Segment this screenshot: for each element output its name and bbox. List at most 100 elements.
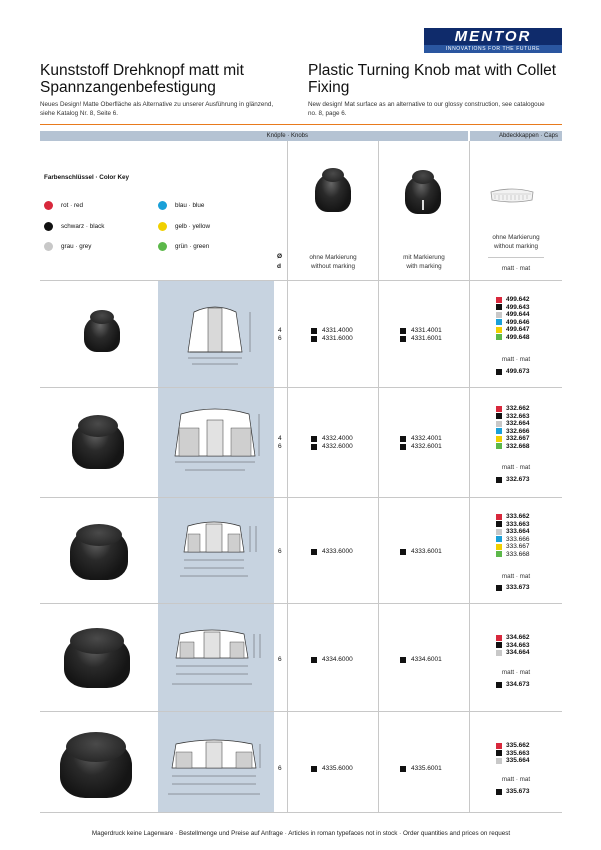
row1-mat-code: 499.673	[496, 368, 530, 376]
color-square-icon	[496, 326, 502, 333]
color-square-icon	[496, 319, 502, 326]
drawing-4335	[168, 739, 261, 795]
color-key-blue: blau · blue	[158, 200, 204, 210]
row2-mat-code: 332.673	[496, 476, 530, 484]
color-square-icon	[496, 584, 502, 591]
row4-caps: 334.662 334.663 334.664	[496, 634, 530, 657]
black-square-icon	[311, 549, 317, 555]
diameter-symbol: Ø	[277, 253, 283, 260]
row5-without-0: 4335.6000	[311, 765, 353, 773]
color-key-red: rot · red	[44, 200, 83, 210]
color-square-icon	[496, 311, 502, 318]
row4-mat-label: matt · mat	[501, 669, 531, 676]
color-square-icon	[496, 521, 502, 528]
black-square-icon	[400, 657, 406, 663]
color-key-green: grün · green	[158, 241, 209, 251]
color-square-icon	[496, 750, 502, 757]
cap-image	[490, 188, 534, 203]
knob-marked-image	[405, 170, 441, 214]
row4-without-0: 4334.6000	[311, 656, 353, 664]
drawing-4334	[172, 629, 261, 685]
subtitle-german: Neues Design! Matte Oberfläche als Alter…	[40, 101, 274, 117]
color-square-icon	[496, 296, 502, 303]
logo-word: MENTOR	[424, 28, 562, 45]
row5-mat-label: matt · mat	[501, 776, 531, 783]
col-without-marking: ohne Markierung without marking	[309, 254, 357, 270]
row4-diameters: 6	[278, 656, 282, 663]
color-square-icon	[496, 543, 502, 550]
row2-caps: 332.662 332.663 332.664 332.666 332.667 …	[496, 405, 530, 450]
black-square-icon	[400, 436, 406, 442]
row4-mat-code: 334.673	[496, 681, 530, 689]
color-square-icon	[496, 551, 502, 558]
footer-note: Magerdruck keine Lagerware · Bestellmeng…	[91, 830, 511, 837]
row5-mat-code: 335.673	[496, 788, 530, 796]
row3-with-0: 4333.6001	[400, 548, 442, 556]
color-square-icon	[496, 642, 502, 649]
drawing-4331	[187, 306, 251, 365]
row-divider	[40, 497, 562, 498]
knob-4333-image	[70, 522, 128, 580]
subtitle-english: New design! Mat surface as an alternativ…	[308, 101, 545, 117]
black-square-icon	[311, 336, 317, 342]
row1-with-0: 4331.4001	[400, 327, 442, 335]
knob-4332-image	[72, 413, 124, 469]
color-square-icon	[496, 681, 502, 688]
header-knobs: Knöpfe · Knobs	[40, 131, 468, 141]
row1-caps: 499.642 499.643 499.644 499.646 499.647 …	[496, 296, 530, 341]
row1-without-1: 4331.6000	[311, 335, 353, 343]
row3-caps: 333.662 333.663 333.664 333.666 333.667 …	[496, 513, 530, 558]
drawing-4333	[180, 521, 257, 577]
color-square-icon	[496, 634, 502, 641]
row2-with-0: 4332.4001	[400, 435, 442, 443]
title-english: Plastic Turning Knob mat with Collet Fix…	[308, 62, 557, 96]
drawing-4332	[174, 408, 260, 471]
red-swatch	[44, 200, 53, 210]
title-divider	[40, 124, 562, 125]
black-square-icon	[311, 328, 317, 334]
color-square-icon	[496, 528, 502, 535]
bore-symbol: d	[277, 263, 281, 270]
row3-diameters: 6	[278, 548, 282, 555]
yellow-swatch	[158, 221, 167, 231]
row1-mat-label: matt · mat	[501, 356, 531, 363]
color-square-icon	[496, 476, 502, 483]
logo-tagline: INNOVATIONS FOR THE FUTURE	[424, 45, 562, 53]
black-square-icon	[400, 444, 406, 450]
row5-with-0: 4335.6001	[400, 765, 442, 773]
row-divider	[40, 711, 562, 712]
color-square-icon	[496, 428, 502, 435]
color-key-black: schwarz · black	[44, 221, 104, 231]
color-square-icon	[496, 334, 502, 341]
color-square-icon	[496, 443, 502, 450]
header-caps: Abdeckkappen · Caps	[470, 131, 562, 141]
color-square-icon	[496, 649, 502, 656]
row1-without-0: 4331.4000	[311, 327, 353, 335]
color-key-yellow: gelb · yellow	[158, 221, 210, 231]
black-square-icon	[400, 766, 406, 772]
color-square-icon	[496, 405, 502, 412]
row-divider	[40, 603, 562, 604]
grey-swatch	[44, 241, 53, 251]
black-square-icon	[311, 766, 317, 772]
color-square-icon	[496, 435, 502, 442]
caps-subheader-rule	[488, 257, 544, 258]
black-square-icon	[400, 549, 406, 555]
row3-without-0: 4333.6000	[311, 548, 353, 556]
black-square-icon	[400, 328, 406, 334]
color-square-icon	[496, 420, 502, 427]
color-square-icon	[496, 368, 502, 375]
row3-mat-code: 333.673	[496, 584, 530, 592]
color-square-icon	[496, 742, 502, 749]
knob-4334-image	[64, 626, 130, 688]
black-square-icon	[311, 444, 317, 450]
color-square-icon	[496, 413, 502, 420]
black-square-icon	[400, 336, 406, 342]
color-square-icon	[496, 513, 502, 520]
knob-4335-image	[60, 730, 132, 798]
row2-mat-label: matt · mat	[501, 464, 531, 471]
row3-mat-label: matt · mat	[501, 573, 531, 580]
mentor-logo: MENTOR INNOVATIONS FOR THE FUTURE	[424, 28, 562, 54]
row-divider	[40, 387, 562, 388]
row2-diameters: 46	[278, 435, 282, 450]
